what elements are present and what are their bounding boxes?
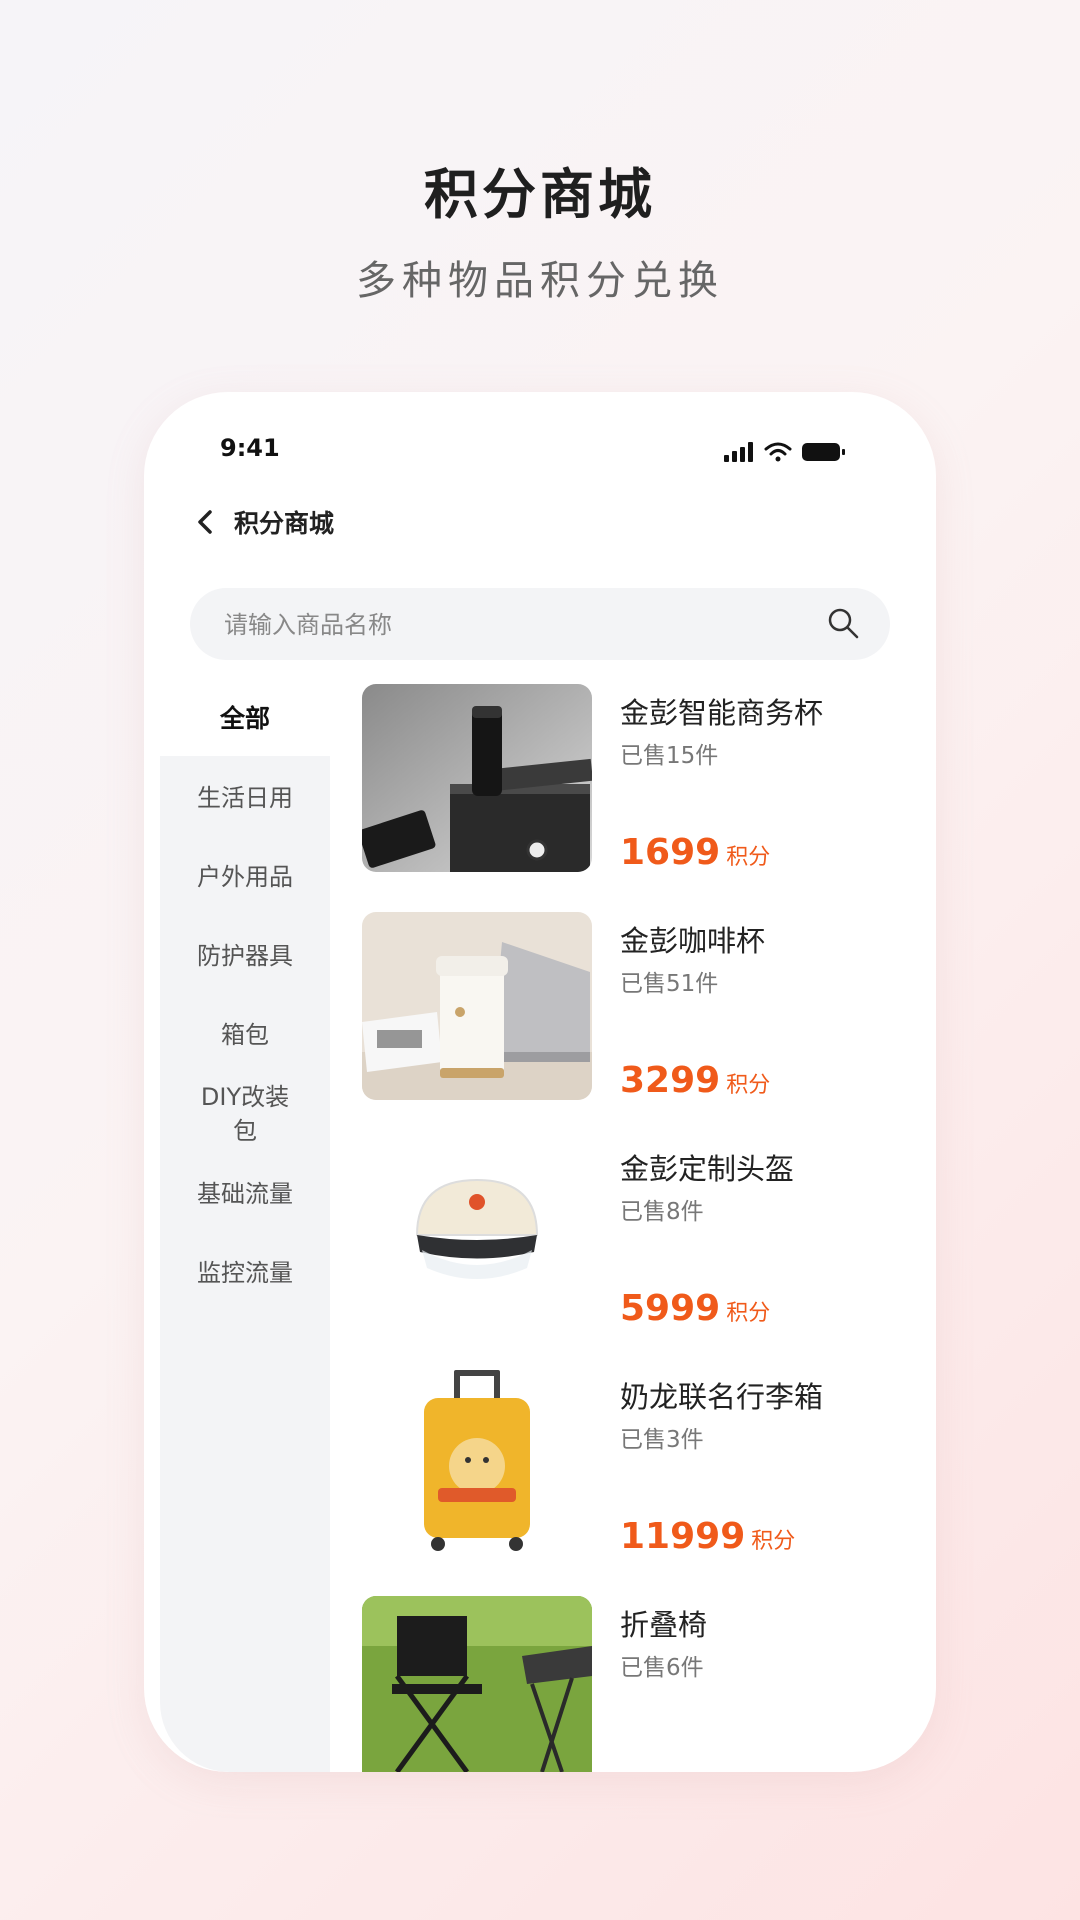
product-image-coffee-cup[interactable] [362, 912, 592, 1100]
price-value: 5999 [620, 1288, 721, 1329]
price-unit: 积分 [726, 1301, 771, 1326]
nav-title: 积分商城 [234, 509, 335, 538]
product-image-folding-chair[interactable] [362, 1596, 592, 1772]
category-outdoor[interactable]: 户外用品 [160, 860, 330, 894]
price-unit: 积分 [726, 845, 771, 870]
promo-title: 积分商城 [424, 163, 656, 226]
product-sold-count: 已售51件 [620, 971, 719, 997]
product-sold-count: 已售8件 [620, 1199, 704, 1225]
status-bar: 9:41 [144, 434, 936, 474]
search-input[interactable] [222, 588, 786, 662]
product-image-suitcase[interactable] [362, 1368, 592, 1556]
product-image-helmet[interactable] [362, 1140, 592, 1328]
product-card[interactable]: 奶龙联名行李箱 已售3件 11999 积分 [362, 1368, 922, 1568]
promo-subtitle: 多种物品积分兑换 [356, 258, 724, 304]
product-sold-count: 已售3件 [620, 1427, 704, 1453]
price-value: 11999 [620, 1516, 746, 1557]
product-card[interactable]: 折叠椅 已售6件 [362, 1596, 922, 1772]
category-daily-use[interactable]: 生活日用 [160, 781, 330, 815]
status-icons [724, 440, 846, 464]
category-sidebar: 全部 生活日用 户外用品 防护器具 箱包 DIY改装包 基础流量 监控流量 [160, 684, 330, 1772]
product-name: 奶龙联名行李箱 [620, 1380, 824, 1414]
signal-icon [724, 442, 753, 462]
product-card[interactable]: 金彭智能商务杯 已售15件 1699 积分 [362, 684, 922, 884]
search-icon[interactable] [826, 606, 860, 640]
category-diy-kit[interactable]: DIY改装包 [195, 1080, 295, 1148]
product-sold-count: 已售15件 [620, 743, 719, 769]
product-price: 11999 积分 [620, 1516, 795, 1557]
product-name: 折叠椅 [620, 1608, 708, 1642]
product-price: 5999 积分 [620, 1288, 770, 1329]
category-monitor-data[interactable]: 监控流量 [160, 1256, 330, 1290]
product-name: 金彭咖啡杯 [620, 924, 766, 958]
status-time: 9:41 [220, 434, 280, 462]
product-name: 金彭智能商务杯 [620, 696, 824, 730]
product-sold-count: 已售6件 [620, 1655, 704, 1681]
category-bags[interactable]: 箱包 [160, 1018, 330, 1052]
product-image-smart-cup[interactable] [362, 684, 592, 872]
price-unit: 积分 [751, 1529, 796, 1554]
back-arrow-icon[interactable] [190, 502, 224, 542]
category-all[interactable]: 全部 [160, 702, 330, 736]
product-price: 1699 积分 [620, 832, 770, 873]
category-protective-gear[interactable]: 防护器具 [160, 939, 330, 973]
product-price: 3299 积分 [620, 1060, 770, 1101]
price-value: 1699 [620, 832, 721, 873]
price-value: 3299 [620, 1060, 721, 1101]
product-card[interactable]: 金彭咖啡杯 已售51件 3299 积分 [362, 912, 922, 1112]
battery-icon [802, 443, 845, 461]
nav-bar: 积分商城 [144, 492, 936, 552]
price-unit: 积分 [726, 1073, 771, 1098]
search-bar[interactable] [190, 588, 890, 662]
wifi-icon [764, 442, 792, 462]
phone-frame: 9:41 积分商城 请输入商品名称 全部 生活日用 户外用品 防护器具 箱包 D… [144, 392, 936, 1772]
category-basic-data[interactable]: 基础流量 [160, 1177, 330, 1211]
product-name: 金彭定制头盔 [620, 1152, 795, 1186]
product-card[interactable]: 金彭定制头盔 已售8件 5999 积分 [362, 1140, 922, 1340]
